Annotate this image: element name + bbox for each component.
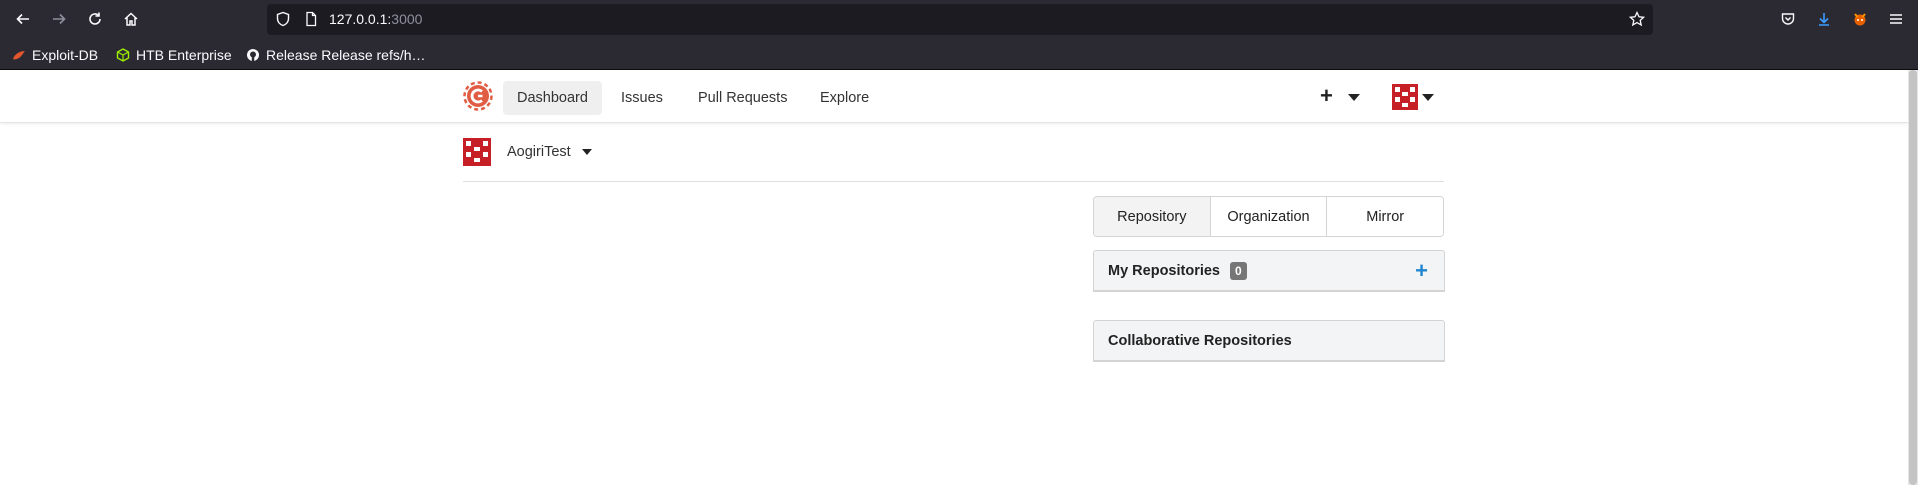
home-icon[interactable] [119,7,143,31]
plus-icon: + [1320,83,1333,108]
collaborative-repositories-header: Collaborative Repositories [1093,320,1445,362]
top-navbar: Dashboard Issues Pull Requests Explore + [0,70,1908,123]
url-text[interactable]: 127.0.0.1:3000 [329,11,422,27]
pocket-icon[interactable] [1776,7,1800,31]
bookmark-release[interactable]: Release Release refs/h… [246,46,426,64]
page-scrollbar[interactable] [1908,70,1918,485]
nav-pull-requests[interactable]: Pull Requests [684,81,801,115]
repo-count-badge: 0 [1230,261,1247,280]
tab-mirror[interactable]: Mirror [1326,197,1443,236]
downloads-icon[interactable] [1812,7,1836,31]
extension-fox-icon[interactable] [1848,7,1872,31]
reload-icon[interactable] [83,7,107,31]
user-menu-caret-down-icon[interactable] [1422,94,1434,101]
gitea-logo-icon[interactable] [463,81,493,111]
url-bar[interactable]: 127.0.0.1:3000 [267,4,1653,35]
header-divider [463,181,1444,182]
github-icon [246,48,260,62]
htb-cube-icon [116,48,130,62]
scrollbar-thumb[interactable] [1909,70,1917,485]
my-repositories-title: My Repositories [1108,262,1220,279]
bookmark-htb-enterprise[interactable]: HTB Enterprise [116,46,232,64]
context-avatar[interactable] [463,138,491,166]
exploitdb-icon [12,48,26,62]
nav-issues[interactable]: Issues [607,81,677,115]
repo-type-tabs: Repository Organization Mirror [1093,196,1444,237]
context-caret-down-icon [581,149,592,156]
bookmark-exploitdb[interactable]: Exploit-DB [12,46,98,64]
my-repositories-header: My Repositories 0 + [1093,250,1445,292]
nav-explore[interactable]: Explore [806,81,883,115]
new-repository-plus-icon[interactable]: + [1415,259,1428,283]
context-name: AogiriTest [507,144,571,160]
back-icon[interactable] [11,7,35,31]
page-info-icon[interactable] [303,11,319,32]
user-avatar[interactable] [1392,84,1418,110]
nav-dashboard[interactable]: Dashboard [503,81,602,115]
context-switcher[interactable]: AogiriTest [507,144,592,160]
bookmarks-toolbar: Exploit-DB HTB Enterprise Release Releas… [0,39,1918,70]
bookmark-star-icon[interactable] [1628,10,1646,32]
forward-icon[interactable] [47,7,71,31]
collaborative-repositories-title: Collaborative Repositories [1108,332,1292,349]
tracking-shield-icon[interactable] [275,11,291,32]
tab-repository[interactable]: Repository [1094,197,1210,236]
browser-toolbar: 127.0.0.1:3000 [0,0,1918,39]
page-content: Dashboard Issues Pull Requests Explore +… [0,70,1908,485]
tab-organization[interactable]: Organization [1209,197,1327,236]
menu-icon[interactable] [1884,7,1908,31]
create-new-button[interactable]: + [1320,84,1333,108]
create-caret-down-icon[interactable] [1348,94,1360,101]
